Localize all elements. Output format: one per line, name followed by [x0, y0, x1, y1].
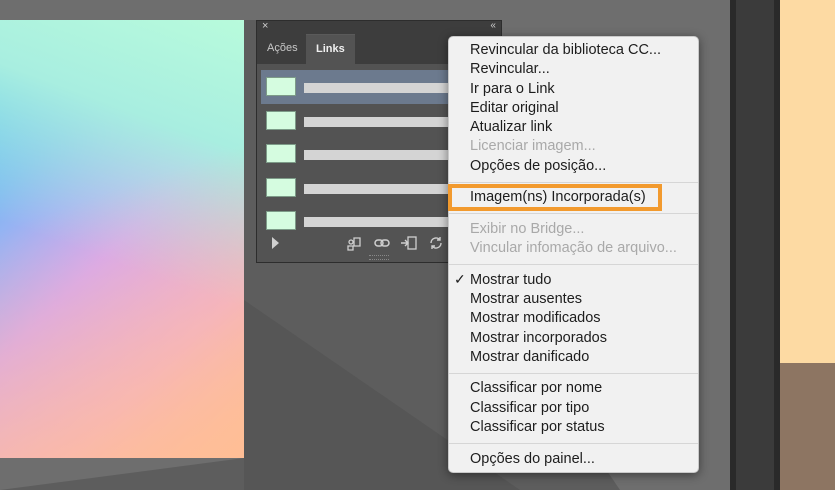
tab-links[interactable]: Links	[306, 34, 355, 65]
link-thumbnail	[266, 211, 296, 230]
gradient-artboard	[0, 20, 244, 458]
menu-item-panel-options[interactable]: Opções do painel...	[470, 451, 595, 467]
link-name-placeholder	[304, 116, 464, 127]
menu-item-show-all[interactable]: Mostrar tudo	[470, 272, 551, 288]
menu-item-sort-status[interactable]: Classificar por status	[470, 419, 605, 435]
menu-item-relink[interactable]: Revincular...	[470, 61, 550, 77]
menu-item-license-image: Licenciar imagem...	[470, 138, 596, 154]
menu-separator	[449, 264, 698, 265]
right-scroll-area	[730, 0, 780, 490]
menu-item-show-embedded[interactable]: Mostrar incorporados	[470, 330, 607, 346]
menu-item-sort-name[interactable]: Classificar por nome	[470, 380, 602, 396]
link-name-placeholder	[304, 217, 464, 227]
link-name-placeholder	[304, 183, 464, 194]
link-thumbnail	[266, 77, 296, 96]
relink-cc-icon[interactable]	[345, 234, 363, 252]
right-swatch-brown	[780, 363, 835, 490]
menu-item-goto-link[interactable]: Ir para o Link	[470, 81, 555, 97]
links-context-menu: Revincular da biblioteca CC... Revincula…	[448, 36, 699, 473]
right-swatch-peach	[780, 0, 835, 363]
goto-link-icon[interactable]	[400, 234, 418, 252]
menu-separator	[449, 373, 698, 374]
link-name-placeholder	[304, 83, 464, 93]
collapse-icon[interactable]: ‹‹	[490, 20, 496, 31]
menu-item-sort-kind[interactable]: Classificar por tipo	[470, 400, 589, 416]
menu-separator	[449, 443, 698, 444]
menu-item-show-modified[interactable]: Mostrar modificados	[470, 310, 601, 326]
highlight-box	[448, 184, 662, 211]
checkmark-icon: ✓	[454, 271, 466, 287]
menu-item-update-link[interactable]: Atualizar link	[470, 119, 552, 135]
play-icon[interactable]	[272, 237, 279, 249]
tab-acoes[interactable]: Ações	[257, 34, 308, 64]
link-thumbnail	[266, 144, 296, 163]
update-link-icon[interactable]	[427, 234, 445, 252]
menu-item-reveal-bridge: Exibir no Bridge...	[470, 221, 585, 237]
menu-item-placement-options[interactable]: Opções de posição...	[470, 158, 606, 174]
menu-item-relink-cc[interactable]: Revincular da biblioteca CC...	[470, 42, 661, 58]
menu-item-show-missing[interactable]: Mostrar ausentes	[470, 291, 582, 307]
panel-titlebar[interactable]: × ‹‹	[257, 20, 501, 34]
link-thumbnail	[266, 177, 296, 197]
menu-item-link-file-info: Vincular infomação de arquivo...	[470, 240, 677, 256]
link-name-placeholder	[304, 150, 464, 160]
scrollbar-track[interactable]	[736, 0, 774, 490]
close-icon[interactable]: ×	[262, 20, 268, 32]
link-thumbnail	[266, 110, 296, 130]
menu-item-edit-original[interactable]: Editar original	[470, 100, 559, 116]
resize-grip[interactable]	[369, 255, 389, 260]
link-icon[interactable]	[373, 234, 391, 252]
menu-separator	[449, 213, 698, 214]
menu-separator	[449, 182, 698, 183]
menu-item-show-broken[interactable]: Mostrar danificado	[470, 349, 589, 365]
